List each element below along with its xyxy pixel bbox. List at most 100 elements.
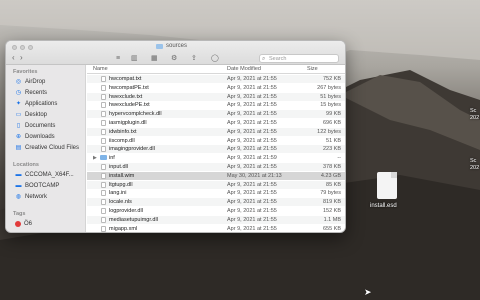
file-date: Apr 9, 2021 at 21:55 [227, 199, 277, 206]
file-name: hwcompatPE.txt [109, 84, 149, 91]
file-date: Apr 9, 2021 at 21:55 [227, 76, 277, 82]
file-size: 1.1 MB [323, 216, 341, 223]
file-size: -- [337, 155, 341, 162]
search-icon: ⌕ [262, 56, 266, 62]
column-view-icon[interactable]: ▥ [131, 54, 138, 63]
minimize-button[interactable] [20, 45, 25, 50]
share-icon[interactable]: ⇪ [191, 54, 197, 63]
sidebar-item-applications[interactable]: ✦ Applications [15, 101, 57, 107]
window-title: sources [156, 43, 187, 49]
file-name: lang.ini [109, 190, 127, 197]
disclosure-triangle-icon[interactable]: ▶ [93, 154, 97, 162]
file-icon [101, 172, 106, 179]
file-size: 223 KB [322, 146, 341, 153]
disk-icon: ▬ [15, 172, 22, 178]
list-view-icon[interactable]: ≡ [116, 54, 120, 63]
table-row[interactable]: migapp.xml Apr 9, 2021 at 21:55 655 KB [87, 225, 345, 232]
file-icon [101, 93, 106, 100]
table-row[interactable]: logprovider.dll Apr 9, 2021 at 21:55 152 K… [87, 207, 345, 215]
file-icon [101, 102, 106, 109]
file-name: logprovider.dll [109, 208, 143, 214]
table-row[interactable]: mediasetupuimgr.dll Apr 9, 2021 at 21:55 1… [87, 215, 345, 224]
desktop-file-icon[interactable] [377, 172, 397, 199]
sidebar: Favorites ◎ AirDrop ◷ Recents ✦ Application… [6, 65, 86, 232]
toolbar: ‹ › ≡ ▥ ▦ ⚙ ⇪ ◯ ⌕ Search [6, 53, 345, 65]
search-input[interactable]: ⌕ Search [259, 54, 339, 63]
file-name: input.dll [109, 164, 128, 170]
column-header-date[interactable]: Date Modified [227, 66, 261, 72]
table-row[interactable]: hwexcludePE.txt Apr 9, 2021 at 21:55 15 by… [87, 101, 345, 109]
finder-window[interactable]: sources ‹ › ≡ ▥ ▦ ⚙ ⇪ ◯ ⌕ Search Favorit… [5, 40, 346, 233]
table-row[interactable]: locale.nls Apr 9, 2021 at 21:55 819 KB [87, 198, 345, 207]
table-row[interactable]: input.dll Apr 9, 2021 at 21:55 378 KB [87, 163, 345, 171]
sidebar-item-network[interactable]: ◍ Network [15, 194, 47, 200]
sidebar-item-desktop[interactable]: ▭ Desktop [15, 112, 47, 118]
file-name: hwexclude.txt [109, 93, 143, 100]
sidebar-item-downloads[interactable]: ⊕ Downloads [15, 134, 55, 140]
forward-arrow-icon[interactable]: › [20, 53, 23, 63]
sidebar-item-recents[interactable]: ◷ Recents [15, 90, 47, 96]
column-header-name[interactable]: Name [93, 66, 108, 72]
applications-icon: ✦ [15, 101, 22, 107]
file-icon [101, 137, 106, 144]
table-row[interactable]: imagingprovider.dll Apr 9, 2021 at 21:55 2… [87, 145, 345, 154]
sidebar-item-cccoma[interactable]: ▬ CCCOMA_X64F... [15, 172, 74, 178]
file-date: Apr 9, 2021 at 21:55 [227, 164, 277, 170]
title-bar[interactable]: sources ‹ › ≡ ▥ ▦ ⚙ ⇪ ◯ ⌕ Search [6, 41, 345, 65]
file-icon [101, 84, 106, 91]
file-date: Apr 9, 2021 at 21:55 [227, 84, 277, 91]
action-gear-icon[interactable]: ⚙ [171, 54, 177, 63]
desktop-edge-label[interactable]: Sc 202 [470, 158, 480, 172]
table-row[interactable]: hypervcomplcheck.dll Apr 9, 2021 at 21:55… [87, 110, 345, 119]
sidebar-item-tag[interactable]: Ö6 [15, 221, 32, 227]
column-header-size[interactable]: Size [307, 66, 318, 72]
file-size: 655 KB [322, 225, 341, 232]
file-date: Apr 9, 2021 at 21:55 [227, 225, 277, 232]
file-size: 378 KB [322, 164, 341, 170]
tag-icon[interactable]: ◯ [211, 54, 219, 63]
file-date: Apr 9, 2021 at 21:55 [227, 216, 277, 223]
table-row[interactable]: hwcompatPE.txt Apr 9, 2021 at 21:55 267 by… [87, 84, 345, 92]
file-size: 51 bytes [320, 93, 341, 100]
table-row[interactable]: ltgtupg.dll Apr 9, 2021 at 21:55 85 KB [87, 180, 345, 189]
table-row[interactable]: iasmigplugin.dll Apr 9, 2021 at 21:55 696 … [87, 119, 345, 127]
sidebar-item-airdrop[interactable]: ◎ AirDrop [15, 79, 45, 85]
back-arrow-icon[interactable]: ‹ [12, 53, 15, 63]
file-icon [101, 181, 106, 188]
file-date: Apr 9, 2021 at 21:55 [227, 146, 277, 153]
zoom-button[interactable] [28, 45, 33, 50]
table-row[interactable]: lang.ini Apr 9, 2021 at 21:55 79 bytes [87, 189, 345, 197]
table-row[interactable]: idwbinfo.txt Apr 9, 2021 at 21:55 122 byte… [87, 127, 345, 136]
table-row[interactable]: ▶ inf Apr 9, 2021 at 21:59 -- [87, 154, 345, 162]
close-button[interactable] [12, 45, 17, 50]
sidebar-item-bootcamp[interactable]: ▬ BOOTCAMP [15, 183, 60, 189]
file-name: hwcompat.txt [109, 76, 142, 82]
file-name: locale.nls [109, 199, 132, 206]
sidebar-tags-heading: Tags [13, 211, 26, 217]
red-tag-icon [15, 221, 21, 227]
desktop-file-label[interactable]: install.esd [370, 203, 397, 209]
download-icon: ⊕ [15, 134, 22, 140]
sidebar-item-creative-cloud[interactable]: ▤ Creative Cloud Files [15, 145, 79, 151]
table-row[interactable]: hwcompat.txt Apr 9, 2021 at 21:55 752 KB [87, 75, 345, 83]
sidebar-item-documents[interactable]: ▯ Documents [15, 123, 56, 129]
folder-icon [100, 155, 107, 161]
file-list[interactable]: Name Date Modified Size hwcompat.txt Apr … [87, 65, 345, 232]
clock-icon: ◷ [15, 90, 22, 96]
file-date: Apr 9, 2021 at 21:55 [227, 102, 277, 109]
file-size: 696 KB [322, 120, 341, 126]
file-icon [101, 216, 106, 223]
table-row[interactable]: iiscomp.dll Apr 9, 2021 at 21:55 51 KB [87, 137, 345, 145]
table-row[interactable]: hwexclude.txt Apr 9, 2021 at 21:55 51 byte… [87, 92, 345, 101]
airdrop-icon: ◎ [15, 79, 22, 85]
table-row[interactable]: install.wim May 30, 2021 at 21:13 4.23 GB [87, 171, 345, 180]
document-icon: ▯ [16, 123, 21, 129]
file-size: 15 bytes [320, 102, 341, 109]
desktop-edge-label[interactable]: Sc 202 [470, 108, 480, 122]
file-size: 122 bytes [317, 128, 341, 135]
file-date: Apr 9, 2021 at 21:55 [227, 120, 277, 126]
group-icon[interactable]: ▦ [151, 54, 158, 63]
file-date: Apr 9, 2021 at 21:55 [227, 181, 277, 188]
file-name: hypervcomplcheck.dll [109, 111, 162, 118]
file-size: 152 KB [322, 208, 341, 214]
